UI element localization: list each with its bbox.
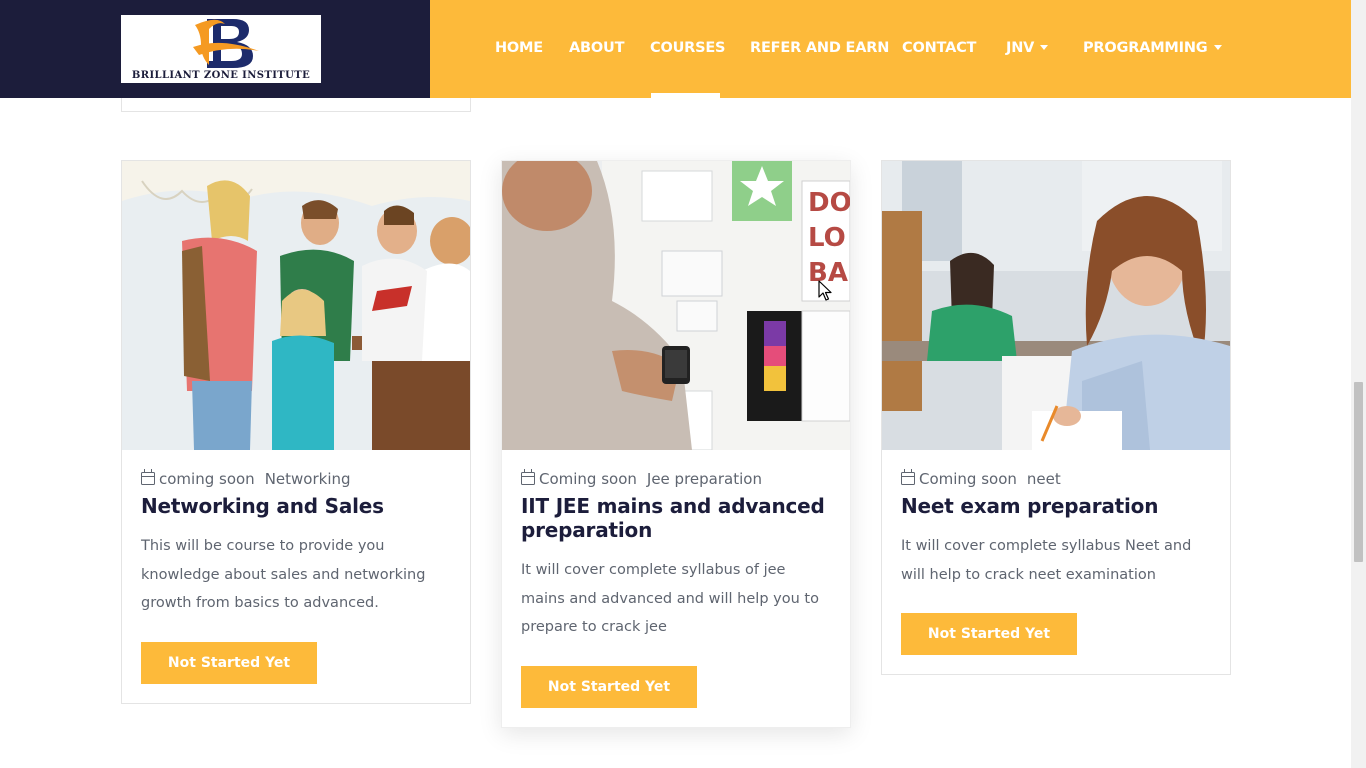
calendar-icon: [521, 469, 535, 485]
students-group-photo: [122, 161, 470, 450]
course-description: It will cover complete syllabus of jee m…: [521, 562, 819, 635]
site-logo[interactable]: BRILLIANT ZONE INSTITUTE: [121, 15, 321, 83]
brilliant-zone-logo-icon: [193, 19, 259, 68]
nav-item-contact[interactable]: CONTACT: [902, 39, 976, 57]
site-header: BRILLIANT ZONE INSTITUTE HOME ABOUT COUR…: [0, 0, 1351, 98]
course-meta: coming soon Networking: [141, 469, 351, 489]
course-category[interactable]: Networking: [265, 470, 351, 488]
course-date: Coming soon: [539, 470, 637, 488]
man-with-phone-photo: DO LO BA: [502, 161, 850, 450]
nav-label: JNV: [1006, 40, 1035, 56]
course-description: This will be course to provide you knowl…: [141, 538, 426, 611]
course-title[interactable]: Networking and Sales: [141, 494, 453, 518]
nav-label: ABOUT: [569, 40, 625, 56]
nav-label: HOME: [495, 40, 543, 56]
not-started-button[interactable]: Not Started Yet: [141, 642, 317, 684]
not-started-button[interactable]: Not Started Yet: [521, 666, 697, 708]
nav-item-about[interactable]: ABOUT: [569, 39, 624, 57]
course-card: Coming soon neet Neet exam preparation It…: [881, 160, 1231, 675]
course-category[interactable]: neet: [1027, 470, 1061, 488]
nav-item-programming[interactable]: PROGRAMMING: [1083, 39, 1222, 57]
nav-item-refer-and-earn[interactable]: REFER AND EARN: [750, 39, 889, 57]
nav-area: HOME ABOUT COURSES REFER AND EARN CONTAC…: [430, 0, 1351, 98]
course-title[interactable]: Neet exam preparation: [901, 494, 1213, 518]
nav-label: PROGRAMMING: [1083, 40, 1208, 56]
page-scrollbar[interactable]: [1351, 0, 1366, 768]
calendar-icon: [901, 469, 915, 485]
nav-label: REFER AND EARN: [750, 40, 890, 56]
calendar-icon: [141, 469, 155, 485]
main-nav: HOME ABOUT COURSES REFER AND EARN CONTAC…: [430, 0, 1351, 98]
course-meta: Coming soon neet: [901, 469, 1061, 489]
course-card: coming soon Networking Networking and Sal…: [121, 160, 471, 704]
student-writing-exam-photo: [882, 161, 1230, 450]
nav-label: COURSES: [650, 40, 726, 56]
brand-area: BRILLIANT ZONE INSTITUTE: [0, 0, 430, 98]
caret-down-icon: [1040, 44, 1049, 50]
course-title[interactable]: IIT JEE mains and advanced preparation: [521, 494, 833, 542]
course-date: coming soon: [159, 470, 255, 488]
mouse-pointer-icon: [818, 280, 832, 301]
course-meta: Coming soon Jee preparation: [521, 469, 762, 489]
course-date: Coming soon: [919, 470, 1017, 488]
course-category[interactable]: Jee preparation: [647, 470, 762, 488]
svg-text:DO: DO: [808, 188, 850, 218]
nav-item-home[interactable]: HOME: [495, 39, 543, 57]
active-nav-indicator: [651, 93, 720, 98]
svg-text:LO: LO: [808, 223, 846, 253]
course-description: It will cover complete syllabus Neet and…: [901, 538, 1192, 583]
logo-name: BRILLIANT ZONE INSTITUTE: [131, 70, 311, 81]
scrollbar-thumb[interactable]: [1354, 382, 1363, 562]
nav-item-courses[interactable]: COURSES: [650, 39, 726, 57]
page: BRILLIANT ZONE INSTITUTE HOME ABOUT COUR…: [0, 0, 1366, 768]
course-card: DO LO BA Coming soon Jee preparation IIT…: [501, 160, 851, 728]
caret-down-icon: [1213, 44, 1222, 50]
nav-item-jnv[interactable]: JNV: [1006, 39, 1049, 57]
nav-label: CONTACT: [902, 40, 977, 56]
not-started-button[interactable]: Not Started Yet: [901, 613, 1077, 655]
